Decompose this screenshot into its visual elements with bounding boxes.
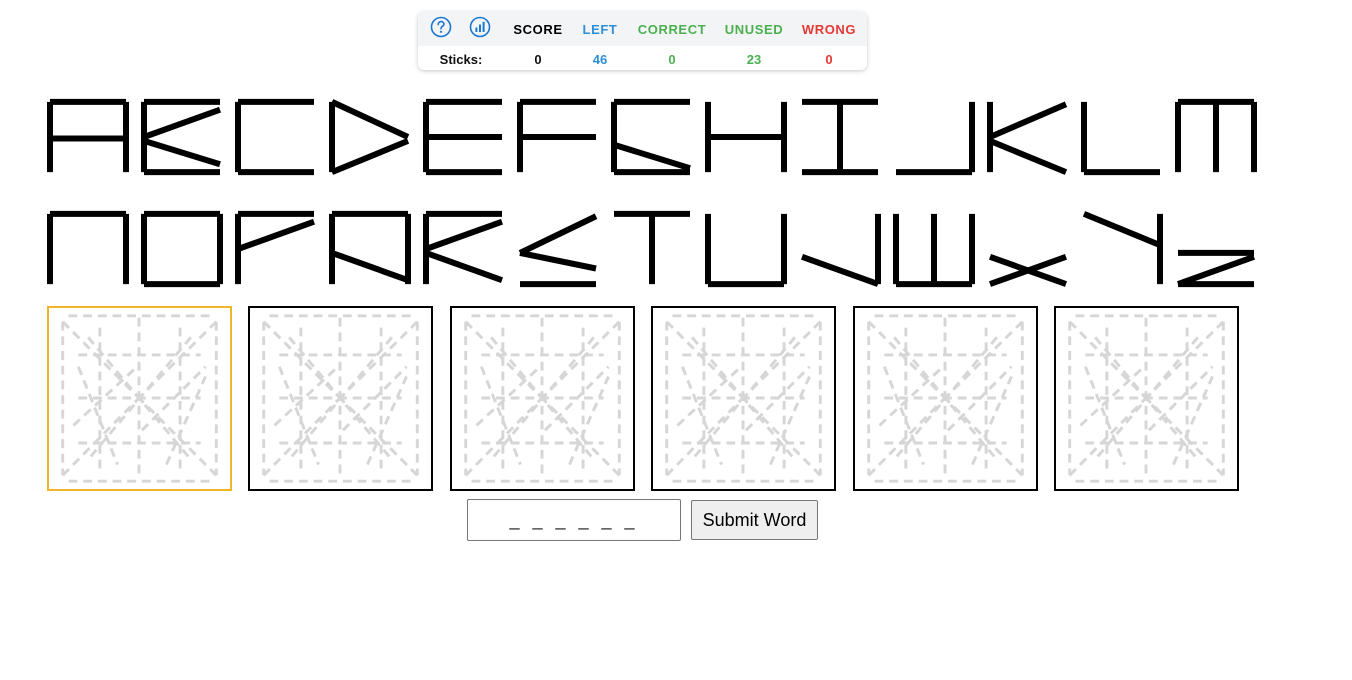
letter-tile-5[interactable]	[852, 306, 1038, 491]
placeholder-stick[interactable]	[882, 366, 925, 466]
stick-template	[61, 314, 218, 483]
word-input[interactable]	[467, 499, 681, 541]
stick-letter-h	[705, 101, 787, 173]
letter-tile-4[interactable]	[651, 306, 837, 491]
stick-letter-m	[1175, 98, 1257, 173]
stick	[330, 138, 410, 175]
placeholder-stick[interactable]	[273, 365, 340, 427]
stick-letter-w	[893, 213, 975, 288]
placeholder-stick[interactable]	[769, 375, 812, 466]
placeholder-stick[interactable]	[76, 366, 119, 466]
stick	[330, 99, 410, 140]
stick-letter-q	[329, 210, 411, 285]
letter-tile-2[interactable]	[248, 306, 434, 491]
placeholder-stick[interactable]	[1079, 365, 1146, 427]
stick-letter-g	[611, 98, 691, 176]
stick-letter-i	[802, 98, 878, 176]
placeholder-stick[interactable]	[278, 366, 321, 466]
stick-letter-u	[705, 213, 787, 288]
placeholder-stick[interactable]	[1083, 366, 1126, 466]
placeholder-stick[interactable]	[1172, 375, 1214, 466]
stick-letter-f	[517, 98, 596, 173]
stick	[613, 141, 691, 172]
stick-letter-n	[47, 210, 129, 285]
stick	[143, 138, 221, 168]
stick-letter-r	[423, 210, 504, 285]
stick-template	[665, 314, 822, 483]
placeholder-stick[interactable]	[366, 375, 409, 466]
placeholder-stick[interactable]	[479, 366, 522, 466]
placeholder-stick[interactable]	[475, 365, 541, 427]
stick-letter-y	[1082, 211, 1163, 285]
letter-tile-3[interactable]	[449, 306, 635, 491]
placeholder-stick[interactable]	[970, 375, 1013, 466]
stick-letter-z	[1176, 249, 1256, 288]
stick	[800, 253, 880, 287]
placeholder-stick[interactable]	[72, 365, 139, 427]
stick-template	[1068, 314, 1225, 483]
stick	[1176, 253, 1256, 287]
stick-letter-k	[987, 101, 1068, 175]
stick-letter-v	[800, 213, 881, 287]
stick	[236, 218, 316, 252]
stick-letter-s	[518, 213, 598, 288]
stick-letter-a	[47, 98, 129, 173]
stick	[424, 218, 504, 252]
stick-letter-l	[1081, 101, 1160, 176]
placeholder-stick[interactable]	[567, 375, 610, 466]
stick	[988, 101, 1068, 140]
stick-letter-c	[235, 98, 314, 176]
stick-letter-x	[988, 253, 1068, 287]
placeholder-stick[interactable]	[676, 365, 743, 427]
placeholder-stick[interactable]	[165, 375, 207, 466]
stick-alphabet	[47, 98, 1257, 288]
stick	[330, 250, 410, 284]
stick	[424, 250, 504, 284]
letter-tile-1[interactable]	[47, 306, 232, 491]
stick-letter-d	[329, 99, 410, 175]
stick	[142, 106, 222, 140]
submit-word-button[interactable]: Submit Word	[691, 500, 818, 540]
stick	[518, 213, 598, 256]
stick-letter-p	[235, 210, 316, 285]
stick-letter-b	[141, 98, 222, 176]
stick-letter-j	[896, 101, 975, 176]
letter-tile-6[interactable]	[1054, 306, 1239, 491]
stick-letter-t	[614, 210, 690, 285]
stick	[1082, 211, 1162, 248]
stick	[988, 138, 1068, 175]
stick-letter-o	[141, 210, 223, 288]
stick-template	[866, 314, 1024, 483]
stick-template	[464, 314, 621, 483]
placeholder-stick[interactable]	[878, 365, 944, 427]
stick	[519, 249, 597, 272]
stick-template	[262, 314, 420, 483]
stick-letter-e	[423, 98, 502, 176]
placeholder-stick[interactable]	[681, 366, 724, 466]
